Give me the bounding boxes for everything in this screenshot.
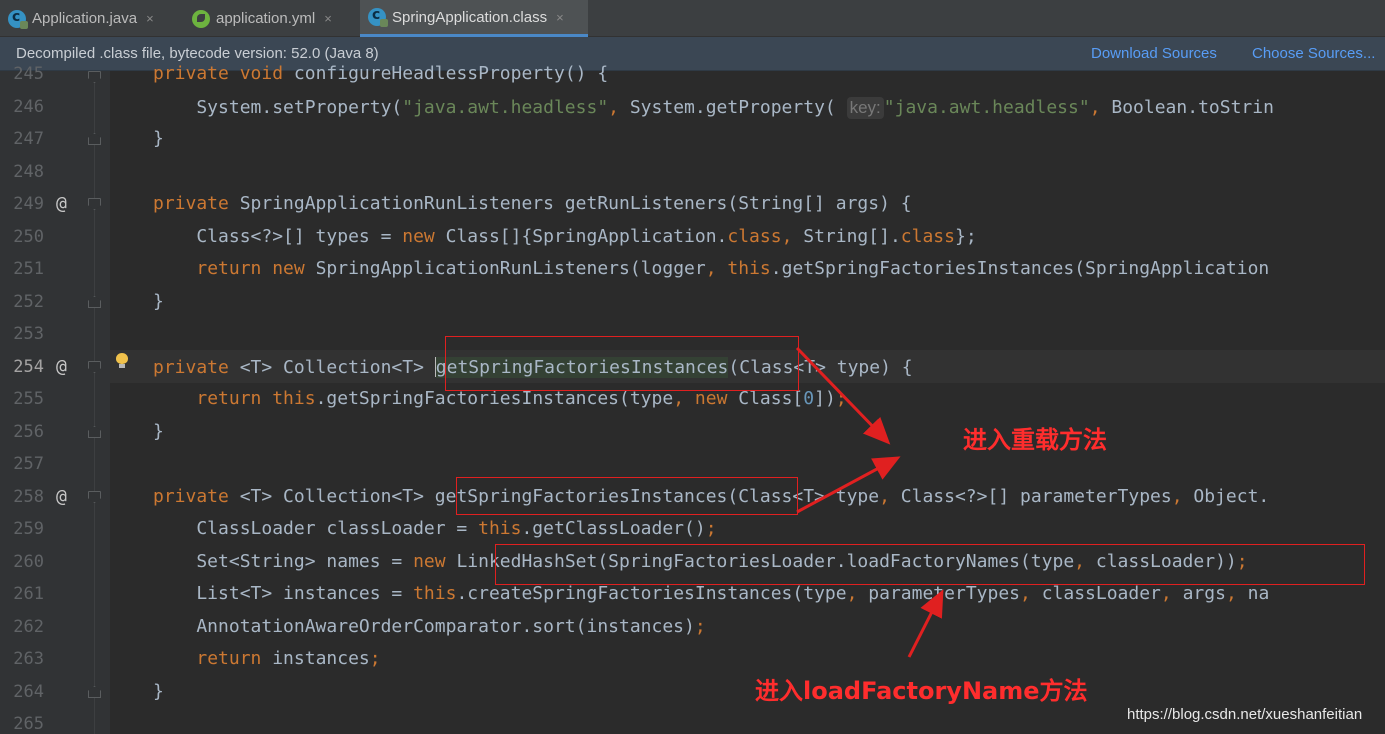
arrow	[907, 589, 944, 658]
annotation-arrows	[795, 346, 944, 658]
annotation-overload-label: 进入重载方法	[963, 426, 1107, 454]
watermark: https://blog.csdn.net/xueshanfeitian	[1127, 706, 1363, 723]
arrow	[795, 346, 891, 445]
annotation-load-factory-label: 进入loadFactoryName方法	[755, 677, 1088, 705]
arrow	[796, 456, 901, 514]
